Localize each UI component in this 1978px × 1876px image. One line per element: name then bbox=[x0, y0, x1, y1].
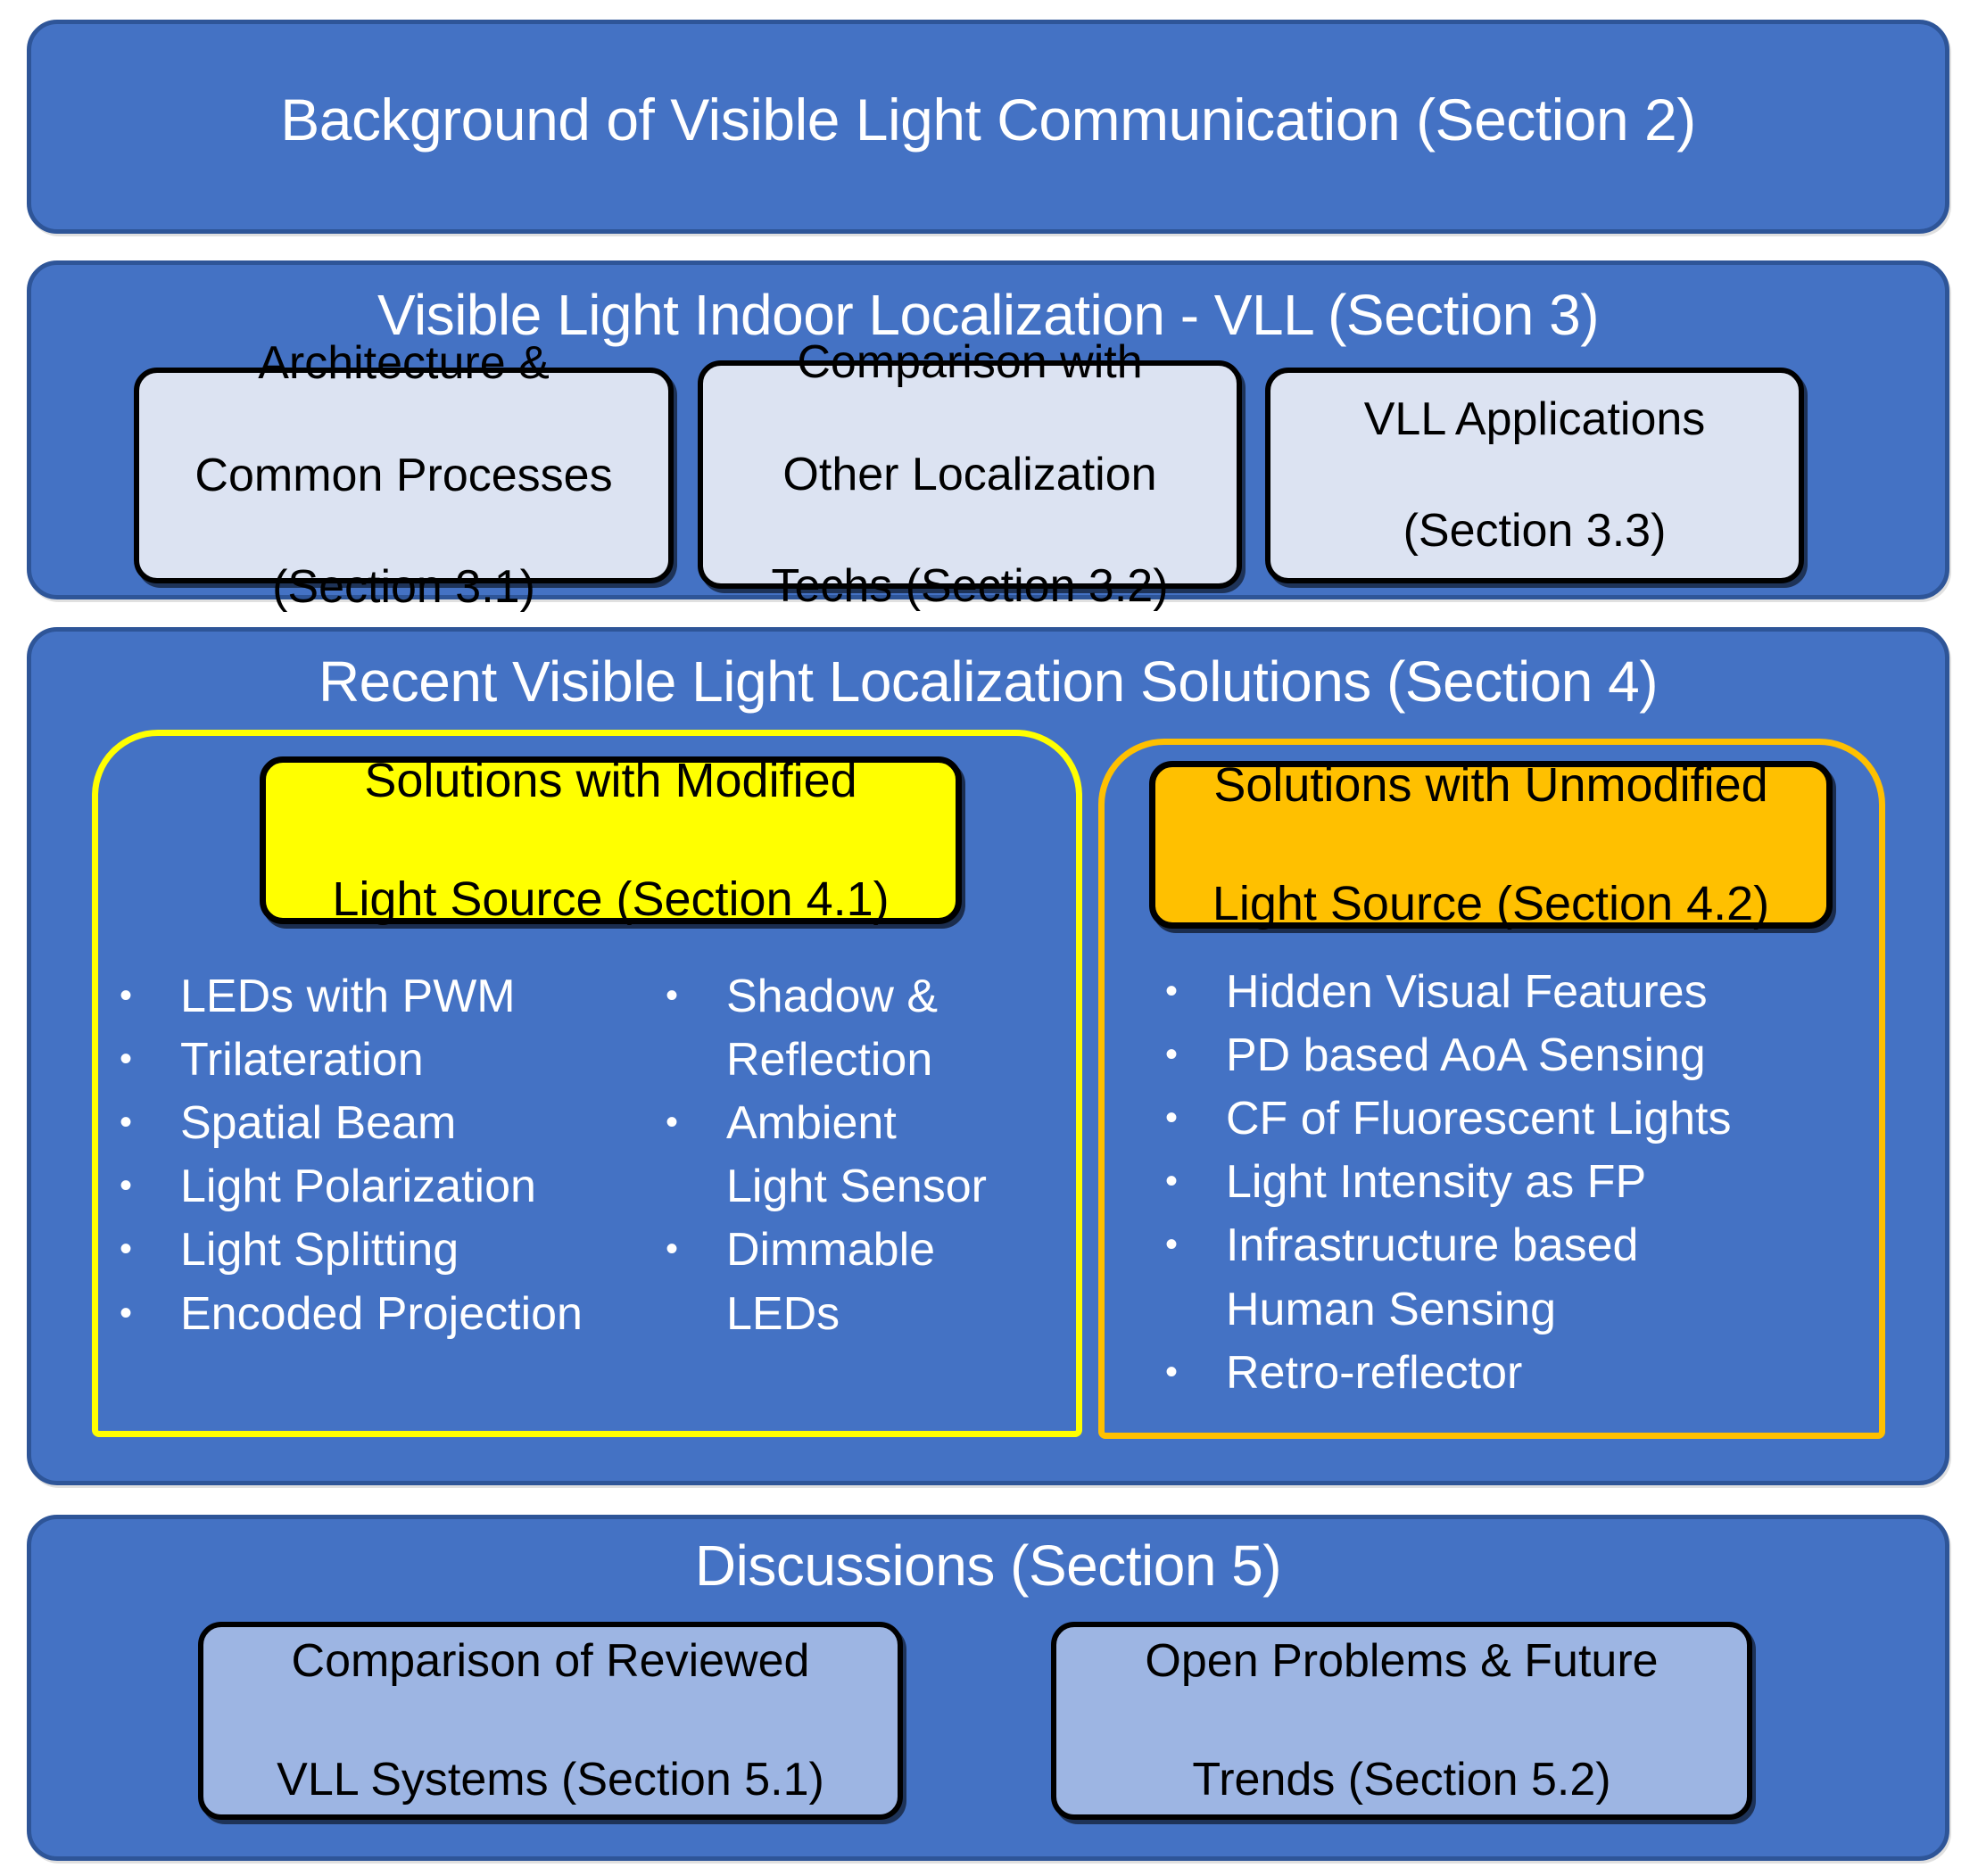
dbox-comparison-line1: Comparison of Reviewed bbox=[291, 1635, 810, 1688]
bullet-unmodified-item: Hidden Visual Features bbox=[1160, 967, 1865, 1017]
bullet-modified-left-item: Spatial Beam bbox=[114, 1099, 650, 1148]
chip-solutions-unmodified-light-source[interactable]: Solutions with Unmodified Light Source (… bbox=[1149, 758, 1833, 930]
subbox-architecture-common-processes[interactable]: Architecture & Common Processes (Section… bbox=[134, 337, 674, 613]
subbox-comparison-line1: Comparison with bbox=[797, 335, 1143, 388]
bullet-modified-left-item: Encoded Projection bbox=[114, 1289, 650, 1339]
chip-unmodified-line1: Solutions with Unmodified bbox=[1213, 757, 1768, 812]
bullets-modified-right: Shadow & Reflection Ambient Light Sensor Dim… bbox=[660, 971, 1035, 1353]
dbox-open-problems-future-trends[interactable]: Open Problems & Future Trends (Section 5… bbox=[1051, 1622, 1752, 1820]
subbox-vll-applications-line1: VLL Applications bbox=[1363, 393, 1706, 445]
chip-modified-text: Solutions with Modified Light Source (Se… bbox=[332, 751, 889, 930]
chip-modified-line2: Light Source (Section 4.1) bbox=[332, 872, 890, 927]
dbox-comparison-text: Comparison of Reviewed VLL Systems (Sect… bbox=[259, 1632, 842, 1810]
bullet-unmodified-item: Human Sensing bbox=[1226, 1283, 1556, 1335]
subbox-architecture-line1: Architecture & bbox=[258, 336, 550, 389]
section-solutions-title: Recent Visible Light Localization Soluti… bbox=[318, 649, 1659, 714]
bullet-unmodified-item: Infrastructure based bbox=[1160, 1221, 1865, 1270]
subbox-architecture-text: Architecture & Common Processes (Section… bbox=[180, 335, 626, 616]
bullet-modified-right-item: LEDs bbox=[726, 1287, 840, 1340]
bullets-unmodified: Hidden Visual Features PD based AoA Sensi… bbox=[1160, 967, 1865, 1412]
bullet-modified-right-item: Ambient bbox=[660, 1099, 1035, 1148]
subbox-vll-applications[interactable]: VLL Applications (Section 3.3) bbox=[1265, 368, 1804, 583]
bullet-unmodified-item: Light Intensity as FP bbox=[1160, 1158, 1865, 1207]
dbox-open-problems-line1: Open Problems & Future bbox=[1145, 1635, 1659, 1688]
dbox-comparison-reviewed-vll-systems[interactable]: Comparison of Reviewed VLL Systems (Sect… bbox=[198, 1622, 903, 1820]
subbox-vll-applications-text: VLL Applications (Section 3.3) bbox=[1350, 392, 1720, 560]
bullets-modified-left: LEDs with PWM Trilateration Spatial Beam Li… bbox=[114, 971, 650, 1353]
subbox-comparison-line3: Techs (Section 3.2) bbox=[771, 560, 1169, 613]
chip-modified-line1: Solutions with Modified bbox=[364, 753, 857, 807]
section-background-panel: Background of Visible Light Communicatio… bbox=[27, 20, 1949, 234]
bullet-modified-left-item: Light Polarization bbox=[114, 1162, 650, 1211]
section-background-title: Background of Visible Light Communicatio… bbox=[280, 87, 1696, 153]
bullet-modified-right-item: Dimmable bbox=[660, 1226, 1035, 1275]
subbox-architecture-line3: (Section 3.1) bbox=[272, 561, 535, 614]
chip-unmodified-text: Solutions with Unmodified Light Source (… bbox=[1212, 756, 1769, 935]
subbox-vll-applications-line2: (Section 3.3) bbox=[1403, 505, 1667, 558]
subbox-comparison-text: Comparison with Other Localization Techs… bbox=[757, 335, 1182, 616]
dbox-comparison-line2: VLL Systems (Section 5.1) bbox=[277, 1754, 824, 1806]
bullet-modified-left-item: LEDs with PWM bbox=[114, 971, 650, 1021]
bullet-unmodified-item: Retro-reflector bbox=[1160, 1348, 1865, 1398]
bullet-modified-left-item: Light Splitting bbox=[114, 1226, 650, 1275]
dbox-open-problems-line2: Trends (Section 5.2) bbox=[1192, 1754, 1611, 1806]
bullet-unmodified-item: CF of Fluorescent Lights bbox=[1160, 1095, 1865, 1144]
bullet-modified-left-item: Trilateration bbox=[114, 1035, 650, 1085]
subbox-comparison-other-localization[interactable]: Comparison with Other Localization Techs… bbox=[698, 336, 1242, 612]
chip-unmodified-line2: Light Source (Section 4.2) bbox=[1212, 877, 1770, 931]
chip-solutions-modified-light-source[interactable]: Solutions with Modified Light Source (Se… bbox=[260, 754, 962, 926]
bullet-modified-right-item: Shadow & bbox=[660, 971, 1035, 1021]
dbox-open-problems-text: Open Problems & Future Trends (Section 5… bbox=[1127, 1632, 1676, 1810]
diagram-canvas: Background of Visible Light Communicatio… bbox=[0, 0, 1978, 1876]
subbox-comparison-line2: Other Localization bbox=[782, 448, 1157, 500]
bullet-modified-right-item: Reflection bbox=[726, 1034, 933, 1087]
section-discussions-title: Discussions (Section 5) bbox=[694, 1533, 1282, 1598]
bullet-modified-right-item: Light Sensor bbox=[726, 1161, 987, 1213]
bullet-unmodified-item: PD based AoA Sensing bbox=[1160, 1030, 1865, 1080]
subbox-architecture-line2: Common Processes bbox=[194, 449, 613, 501]
